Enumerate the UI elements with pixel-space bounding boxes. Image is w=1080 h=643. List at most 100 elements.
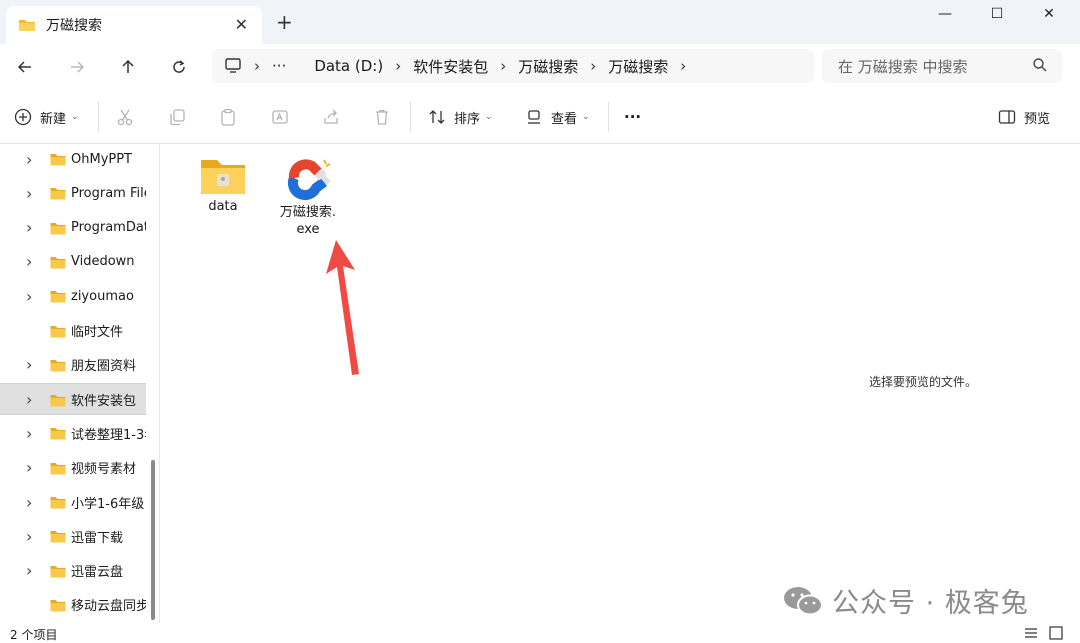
annotation-arrow — [326, 240, 359, 375]
breadcrumb-folder-1[interactable]: 软件安装包 — [413, 56, 488, 77]
sidebar-item-label: 试卷整理1-3年级 — [71, 427, 146, 443]
copy-icon — [170, 109, 185, 126]
chevron-right-icon[interactable]: › — [26, 424, 32, 443]
breadcrumb-folder-2[interactable]: 万磁搜索 — [518, 56, 578, 77]
chevron-down-icon: ⌄ — [582, 112, 590, 122]
new-label: 新建 — [40, 111, 67, 127]
sidebar-item[interactable]: › 视频号素材 — [0, 452, 146, 484]
computer-icon — [225, 58, 241, 73]
view-button[interactable]: 查看 ⌄ — [525, 105, 590, 129]
chevron-down-icon: ⌄ — [71, 112, 79, 122]
breadcrumb-chevron-icon: › — [500, 57, 507, 75]
delete-button[interactable] — [373, 105, 391, 129]
sidebar-item[interactable]: › 朋友圈资料 — [0, 349, 146, 381]
chevron-right-icon[interactable]: › — [26, 561, 32, 580]
sidebar-item[interactable]: › 软件安装包 — [0, 383, 146, 416]
sidebar-item[interactable]: › ziyoumao — [0, 280, 146, 312]
item-count: 2 个项目 — [10, 628, 58, 642]
preview-pane-button[interactable]: 预览 — [998, 105, 1050, 129]
plus-circle-icon — [14, 108, 32, 126]
forward-button[interactable] — [63, 53, 91, 81]
sidebar-item-label: 移动云盘同步 — [71, 599, 146, 615]
new-button[interactable]: 新建 ⌄ — [14, 105, 79, 129]
up-button[interactable] — [114, 53, 142, 81]
cut-button[interactable] — [116, 105, 134, 129]
wechat-icon — [784, 586, 823, 615]
breadcrumb-drive[interactable]: Data (D:) — [314, 57, 383, 75]
sidebar-item[interactable]: › Program Files — [0, 177, 146, 209]
chevron-right-icon[interactable]: › — [26, 218, 32, 237]
arrow-right-icon — [71, 61, 85, 73]
tiles-view-icon[interactable] — [1049, 626, 1063, 640]
arrow-up-icon — [122, 59, 134, 73]
minimize-button[interactable]: — — [920, 0, 970, 28]
paste-button[interactable] — [219, 105, 237, 129]
breadcrumb-chevron-icon[interactable]: › — [680, 57, 686, 75]
chevron-right-icon[interactable]: › — [26, 184, 32, 203]
navigation-pane-scrollbar[interactable] — [151, 460, 155, 620]
maximize-button[interactable]: ☐ — [972, 0, 1022, 28]
folder-icon — [50, 188, 66, 200]
sidebar-item[interactable]: › 迅雷下载 — [0, 520, 146, 552]
chevron-right-icon[interactable]: › — [26, 493, 32, 512]
chevron-right-icon[interactable]: › — [26, 150, 32, 169]
view-label: 查看 — [551, 111, 578, 127]
divider — [98, 102, 99, 132]
sort-label: 排序 — [454, 111, 481, 127]
tab-close-icon[interactable]: ✕ — [235, 15, 248, 34]
chevron-right-icon[interactable]: › — [26, 527, 32, 546]
sidebar-item[interactable]: › OhMyPPT — [0, 144, 146, 175]
share-button[interactable] — [322, 105, 340, 129]
folder-icon — [50, 428, 66, 440]
details-view-icon[interactable] — [1024, 627, 1038, 639]
sidebar-item-label: ProgramData — [71, 220, 146, 236]
sidebar-item[interactable]: › ProgramData — [0, 212, 146, 244]
tab-title: 万磁搜索 — [46, 18, 102, 34]
address-bar[interactable]: › ··· Data (D:) › 软件安装包 › 万磁搜索 › 万磁搜索 › — [212, 49, 814, 83]
window-tab[interactable]: 万磁搜索 ✕ — [6, 6, 262, 44]
breadcrumb-folder-3[interactable]: 万磁搜索 — [608, 56, 668, 77]
copy-button[interactable] — [168, 105, 186, 129]
search-input[interactable]: 在 万磁搜索 中搜索 — [822, 49, 1062, 83]
chevron-right-icon[interactable]: › — [26, 355, 32, 374]
new-tab-button[interactable]: + — [276, 10, 293, 34]
sidebar-item[interactable]: › 试卷整理1-3年级 — [0, 417, 146, 449]
chevron-right-icon[interactable]: › — [26, 287, 32, 306]
chevron-down-icon: ⌄ — [485, 112, 493, 122]
folder-icon — [19, 20, 35, 31]
chevron-right-icon[interactable]: › — [26, 252, 32, 271]
chevron-right-icon[interactable]: › — [26, 390, 32, 409]
close-button[interactable]: ✕ — [1024, 0, 1074, 28]
folder-icon — [50, 256, 66, 269]
sidebar-item[interactable]: 临时文件 — [0, 315, 146, 347]
breadcrumb-chevron-icon: › — [254, 57, 260, 75]
sidebar-item-label: 小学1-6年级 — [71, 496, 145, 512]
watermark-text: 公众号 · 极客兔 — [832, 588, 1029, 619]
rename-button[interactable] — [271, 105, 289, 129]
folder-icon — [50, 325, 66, 337]
more-options-button[interactable]: ··· — [624, 105, 641, 129]
share-icon — [324, 109, 338, 124]
scissors-icon — [117, 109, 133, 126]
breadcrumb-overflow[interactable]: ··· — [272, 57, 286, 75]
sidebar-item-label: 软件安装包 — [71, 393, 137, 409]
file-item-data-folder[interactable]: data — [183, 156, 263, 215]
trash-icon — [376, 109, 388, 125]
folder-icon — [50, 395, 66, 407]
arrow-left-icon — [17, 61, 31, 73]
sidebar-item[interactable]: 移动云盘同步 — [0, 589, 146, 621]
refresh-button[interactable] — [165, 53, 193, 81]
file-item-exe[interactable]: 万磁搜索. exe — [268, 156, 348, 238]
breadcrumb-chevron-icon: › — [590, 57, 597, 75]
sidebar-item[interactable]: › 迅雷云盘 — [0, 555, 146, 587]
divider — [608, 102, 609, 132]
chevron-right-icon[interactable]: › — [26, 458, 32, 477]
back-button[interactable] — [11, 53, 39, 81]
folder-icon — [50, 565, 66, 578]
sidebar-item[interactable]: › 小学1-6年级 — [0, 486, 146, 518]
folder-icon — [50, 222, 66, 235]
sort-button[interactable]: 排序 ⌄ — [428, 105, 493, 129]
folder-icon — [50, 531, 66, 543]
folder-icon — [50, 462, 66, 475]
sidebar-item[interactable]: › Videdown — [0, 246, 146, 278]
